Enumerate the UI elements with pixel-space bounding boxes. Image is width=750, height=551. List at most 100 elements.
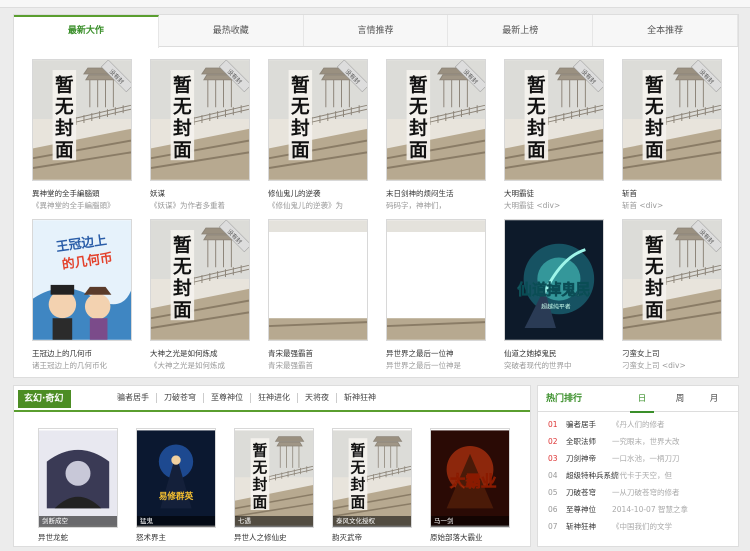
tab-completed[interactable]: 全本推荐 <box>593 15 738 46</box>
book-cover[interactable] <box>386 219 486 341</box>
rank-number: 06 <box>548 505 558 514</box>
svg-text:封: 封 <box>55 118 74 140</box>
svg-text:封: 封 <box>173 278 192 300</box>
tab-new-list[interactable]: 最新上榜 <box>448 15 594 46</box>
rank-book-title[interactable]: 斩神狂神 <box>566 520 612 533</box>
ranking-row[interactable]: 01 骗者居手 《丹人们的修者 <box>548 418 732 431</box>
ranking-panel: 热门排行 日 周 月 01 骗者居手 《丹人们的修者 02 全职法师 一究眼末，世界大改 0… <box>537 385 739 547</box>
rank-book-title[interactable]: 骗者居手 <box>566 418 612 431</box>
svg-text:无: 无 <box>173 257 192 278</box>
book-cover[interactable]: 大霸业 马一剑 <box>430 428 510 528</box>
tab-day[interactable]: 日 <box>630 386 654 413</box>
book-cover[interactable]: 暂 无 封 面 七遇 <box>234 428 314 528</box>
svg-text:超越纯平者: 超越纯平者 <box>541 302 571 310</box>
tab-newest[interactable]: 最新大作 <box>14 15 159 48</box>
cover-caption: 七遇 <box>235 516 313 527</box>
recommend-tabs: 最新大作 最热收藏 言情推荐 最新上榜 全本推荐 <box>14 15 738 48</box>
section-link[interactable]: 狂神进化 <box>251 393 298 403</box>
svg-text:面: 面 <box>55 140 74 161</box>
rank-book-desc: 2014-10-07 智慧之拿 <box>612 505 688 514</box>
book-cover[interactable]: 暂 无 封 面 没有封 <box>622 59 722 181</box>
rank-book-title[interactable]: 刀剑神帝 <box>566 452 612 465</box>
no-cover-image: 暂 无 封 面 没有封 <box>269 60 367 180</box>
book-title[interactable]: 大明霸徒 <box>504 188 622 199</box>
cover-caption: 马一剑 <box>431 516 509 527</box>
book-cover[interactable]: 暂 无 封 面 没有封 <box>32 59 132 181</box>
no-cover-image: 暂 无 封 面 没有封 <box>151 60 249 180</box>
book-title[interactable]: 异世界之最后一位神 <box>386 348 504 359</box>
rank-book-title[interactable]: 超级特种兵系统 <box>566 469 619 482</box>
book-cover[interactable]: 暂 无 封 面 没有封 <box>622 219 722 341</box>
book-cover[interactable]: 易修群英 猛鬼 <box>136 428 216 528</box>
book-desc: 《修仙鬼儿的逆袭》为 <box>268 201 343 210</box>
cover-caption: 泰风文化授权 <box>333 516 411 527</box>
svg-text:暂: 暂 <box>645 235 664 257</box>
book-cover[interactable]: 暂 无 封 面 没有封 <box>150 59 250 181</box>
svg-text:大霸业: 大霸业 <box>450 472 497 491</box>
rank-book-desc: 一究眼末，世界大改 <box>612 437 680 446</box>
tab-most-collected[interactable]: 最热收藏 <box>159 15 304 46</box>
book-title[interactable]: 异世人之修仙史 <box>234 532 287 543</box>
book-title[interactable]: 大神之光是如何炼成 <box>150 348 268 359</box>
rank-book-title[interactable]: 至尊神位 <box>566 503 612 516</box>
section-link[interactable]: 刀破苍穹 <box>157 393 204 403</box>
svg-text:封: 封 <box>291 118 310 140</box>
rank-book-desc: 时代卡于天空，但 <box>612 471 672 480</box>
book-cover[interactable]: 仙道掉鬼民 超越纯平者 <box>504 219 604 341</box>
book-title[interactable]: 韵灭武帝 <box>332 532 362 543</box>
book-title[interactable]: 刁蛮女上司 <box>622 348 740 359</box>
book-cover[interactable]: 暂 无 封 面 没有封 <box>386 59 486 181</box>
book-title[interactable]: 仙道之她掉鬼民 <box>504 348 622 359</box>
svg-text:暂: 暂 <box>409 75 428 97</box>
ranking-header: 热门排行 日 周 月 <box>538 386 738 413</box>
book-title[interactable]: 異神堂的全手編腦頭 <box>32 188 150 199</box>
section-title[interactable]: 玄幻·奇幻 <box>18 390 72 408</box>
book-title[interactable]: 妖谋 <box>150 188 268 199</box>
book-title[interactable]: 异世龙蛇 <box>38 532 68 543</box>
tab-month[interactable]: 月 <box>702 386 726 412</box>
book-cover[interactable]: 暂 无 封 面 泰风文化授权 <box>332 428 412 528</box>
section-link[interactable]: 斩神狂神 <box>337 393 383 403</box>
svg-text:无: 无 <box>350 460 366 477</box>
ranking-row[interactable]: 03 刀剑神帝 一口水池，一柄刀刀 <box>548 452 732 465</box>
book-cover[interactable]: 暂 无 封 面 没有封 <box>268 59 368 181</box>
section-link[interactable]: 天将夜 <box>298 393 337 403</box>
svg-text:暂: 暂 <box>527 75 546 97</box>
no-cover-image: 暂 无 封 面 没有封 <box>151 220 249 340</box>
svg-text:无: 无 <box>645 97 664 118</box>
ranking-row[interactable]: 07 斩神狂神 《中国我们的文学 <box>548 520 732 533</box>
book-cover[interactable]: 暂 无 封 面 没有封 <box>504 59 604 181</box>
no-cover-image <box>387 220 485 340</box>
book-desc: 《異神堂的全手編腦頭》 <box>32 201 115 210</box>
book-title[interactable]: 斩首 <box>622 188 740 199</box>
ranking-row[interactable]: 05 刀破苍穹 一从刀破苍穹的修者 <box>548 486 732 499</box>
cover-caption: 猛鬼 <box>137 516 215 527</box>
book-title[interactable]: 怒术界主 <box>136 532 166 543</box>
book-cover[interactable]: 王冠边上 的几何币 <box>32 219 132 341</box>
rank-book-title[interactable]: 全职法师 <box>566 435 612 448</box>
tab-week[interactable]: 周 <box>668 386 692 412</box>
section-link[interactable]: 至尊神位 <box>204 393 251 403</box>
svg-text:无: 无 <box>55 97 74 118</box>
book-title[interactable]: 修仙鬼儿的逆袭 <box>268 188 386 199</box>
svg-text:面: 面 <box>645 140 664 161</box>
svg-text:面: 面 <box>173 140 192 161</box>
rank-book-title[interactable]: 刀破苍穹 <box>566 486 612 499</box>
book-title[interactable]: 王冠边上的几何币 <box>32 348 150 359</box>
book-title[interactable]: 末日剑神的烦闷生活 <box>386 188 504 199</box>
top-strip <box>0 0 750 8</box>
ranking-row[interactable]: 06 至尊神位 2014-10-07 智慧之拿 <box>548 503 732 516</box>
cover-caption: 剑断成空 <box>39 516 117 527</box>
book-cover[interactable] <box>268 219 368 341</box>
ranking-row[interactable]: 02 全职法师 一究眼末，世界大改 <box>548 435 732 448</box>
book-cover[interactable]: 剑断成空 <box>38 428 118 528</box>
book-cover[interactable]: 暂 无 封 面 没有封 <box>150 219 250 341</box>
tab-romance[interactable]: 言情推荐 <box>304 15 449 46</box>
svg-text:封: 封 <box>527 118 546 140</box>
book-title[interactable]: 原始部落大霸业 <box>430 532 483 543</box>
svg-text:暂: 暂 <box>55 75 74 97</box>
section-link[interactable]: 骗者居手 <box>110 393 157 403</box>
book-title[interactable]: 青宋最强霸首 <box>268 348 386 359</box>
book-cover-image: 易修群英 <box>137 430 215 526</box>
ranking-row[interactable]: 04 超级特种兵系统时代卡于天空，但 <box>548 469 732 482</box>
